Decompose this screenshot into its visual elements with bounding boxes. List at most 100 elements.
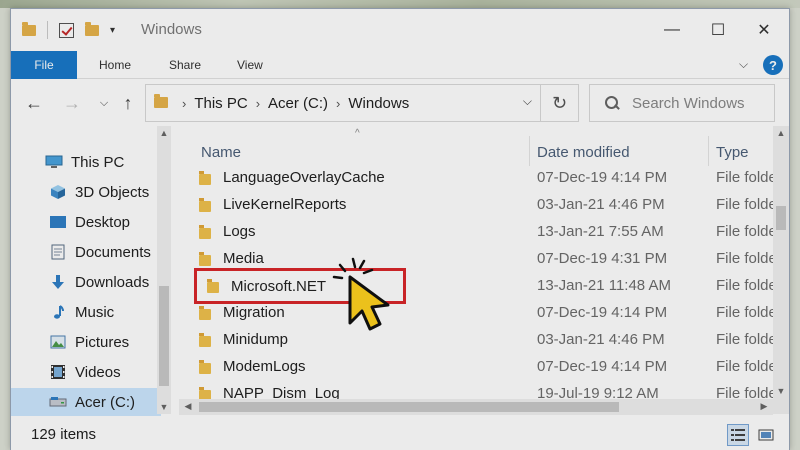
sidebar-item-label: Videos bbox=[75, 363, 121, 381]
file-name: LiveKernelReports bbox=[223, 196, 347, 213]
refresh-icon[interactable]: ↻ bbox=[541, 84, 579, 122]
folder-icon bbox=[199, 305, 213, 320]
folder-icon bbox=[199, 170, 213, 185]
maximize-button[interactable]: ☐ bbox=[695, 9, 741, 51]
folder-icon bbox=[199, 197, 213, 212]
date-modified: 03-Jan-21 4:46 PM bbox=[537, 196, 665, 213]
tab-share[interactable]: Share bbox=[169, 51, 201, 79]
sidebar-item-acer-c[interactable]: Acer (C:) bbox=[11, 388, 161, 416]
status-bar: 129 items bbox=[11, 418, 789, 450]
explorer-folder-icon bbox=[19, 20, 39, 40]
sidebar-item-downloads[interactable]: Downloads bbox=[11, 268, 161, 296]
search-input[interactable]: Search Windows bbox=[589, 84, 775, 122]
table-row[interactable]: ModemLogs 07-Dec-19 4:14 PM File folder bbox=[193, 353, 782, 380]
videos-icon bbox=[49, 364, 67, 380]
sidebar-item-label: 3D Objects bbox=[75, 183, 150, 201]
column-header-date-modified[interactable]: Date modified bbox=[537, 139, 630, 165]
navigation-bar: ← → ⌵ ↑ › This PC › Acer (C:) › Windows … bbox=[11, 80, 789, 126]
breadcrumb-acer-c[interactable]: Acer (C:) bbox=[268, 95, 328, 112]
close-button[interactable]: ✕ bbox=[741, 9, 787, 51]
table-row[interactable]: LanguageOverlayCache 07-Dec-19 4:14 PM F… bbox=[193, 164, 782, 191]
sidebar-item-documents[interactable]: Documents bbox=[11, 238, 161, 266]
date-modified: 07-Dec-19 4:14 PM bbox=[537, 358, 668, 375]
scrollbar-thumb[interactable] bbox=[159, 286, 169, 386]
file-type: File folder bbox=[716, 358, 782, 375]
breadcrumb-windows[interactable]: Windows bbox=[348, 95, 409, 112]
file-name: Media bbox=[223, 250, 264, 267]
desktop-icon bbox=[49, 214, 67, 230]
navigation-pane-scrollbar[interactable]: ▲ ▼ bbox=[157, 126, 171, 414]
table-row[interactable]: LiveKernelReports 03-Jan-21 4:46 PM File… bbox=[193, 191, 782, 218]
details-view-icon[interactable] bbox=[727, 424, 749, 446]
folder-icon bbox=[199, 332, 213, 347]
sidebar-item-this-pc[interactable]: This PC bbox=[11, 148, 161, 176]
minimize-button[interactable]: — bbox=[649, 9, 695, 51]
recent-locations-chevron-icon[interactable]: ⌵ bbox=[91, 90, 117, 116]
folder-icon bbox=[199, 224, 213, 239]
breadcrumb-separator-icon[interactable]: › bbox=[256, 96, 260, 111]
sidebar-item-videos[interactable]: Videos bbox=[11, 358, 161, 386]
address-dropdown-icon[interactable]: ⌵ bbox=[523, 94, 532, 109]
large-icons-view-icon[interactable] bbox=[755, 424, 777, 446]
column-header-type[interactable]: Type bbox=[716, 139, 749, 165]
column-divider[interactable] bbox=[529, 136, 530, 166]
back-arrow-icon[interactable]: ← bbox=[21, 90, 47, 116]
computer-icon bbox=[45, 154, 63, 170]
window-title: Windows bbox=[141, 21, 202, 38]
breadcrumb-separator-icon[interactable]: › bbox=[336, 96, 340, 111]
scroll-left-icon[interactable]: ◀ bbox=[181, 401, 195, 412]
file-type: File folder bbox=[716, 331, 782, 348]
date-modified: 07-Dec-19 4:14 PM bbox=[537, 304, 668, 321]
file-explorer-window: ▾ Windows — ☐ ✕ File Home Share View ⌵ ?… bbox=[10, 8, 790, 450]
file-name: LanguageOverlayCache bbox=[223, 169, 385, 186]
breadcrumb-this-pc[interactable]: This PC bbox=[194, 95, 247, 112]
file-name: ModemLogs bbox=[223, 358, 306, 375]
file-type: File folder bbox=[716, 223, 782, 240]
file-type: File folder bbox=[716, 169, 782, 186]
file-list-horizontal-scrollbar[interactable]: ◀ ▶ bbox=[179, 399, 773, 415]
scroll-up-icon[interactable]: ▲ bbox=[157, 128, 171, 138]
sidebar-item-3d-objects[interactable]: 3D Objects bbox=[11, 178, 161, 206]
date-modified: 07-Dec-19 4:14 PM bbox=[537, 169, 668, 186]
sidebar-item-pictures[interactable]: Pictures bbox=[11, 328, 161, 356]
customize-toolbar-dropdown-icon[interactable]: ▾ bbox=[110, 25, 115, 36]
breadcrumb-separator-icon[interactable]: › bbox=[182, 96, 186, 111]
forward-arrow-icon[interactable]: → bbox=[59, 90, 85, 116]
scrollbar-thumb[interactable] bbox=[199, 402, 619, 412]
tab-view[interactable]: View bbox=[237, 51, 263, 79]
tab-file[interactable]: File bbox=[11, 51, 77, 79]
search-icon bbox=[604, 95, 620, 111]
file-list-vertical-scrollbar[interactable]: ▲ ▼ bbox=[773, 126, 789, 414]
column-header-name[interactable]: Name bbox=[201, 139, 241, 165]
tab-home[interactable]: Home bbox=[99, 51, 131, 79]
sidebar-item-music[interactable]: Music bbox=[11, 298, 161, 326]
help-button[interactable]: ? bbox=[763, 55, 783, 75]
search-placeholder: Search Windows bbox=[632, 94, 745, 112]
pictures-icon bbox=[49, 334, 67, 350]
sidebar-item-desktop[interactable]: Desktop bbox=[11, 208, 161, 236]
sidebar-item-label: Documents bbox=[75, 243, 151, 261]
address-bar[interactable]: › This PC › Acer (C:) › Windows ⌵ bbox=[145, 84, 541, 122]
table-row[interactable]: Minidump 03-Jan-21 4:46 PM File folder bbox=[193, 326, 782, 353]
expand-ribbon-chevron-icon[interactable]: ⌵ bbox=[739, 57, 748, 72]
scrollbar-thumb[interactable] bbox=[776, 206, 786, 230]
scroll-down-icon[interactable]: ▼ bbox=[157, 402, 171, 412]
column-divider[interactable] bbox=[708, 136, 709, 166]
scroll-down-icon[interactable]: ▼ bbox=[773, 386, 789, 396]
item-count: 129 items bbox=[31, 426, 97, 443]
new-folder-icon[interactable] bbox=[82, 20, 102, 40]
up-arrow-icon[interactable]: ↑ bbox=[115, 90, 141, 116]
scroll-up-icon[interactable]: ▲ bbox=[773, 128, 789, 138]
folder-icon bbox=[199, 359, 213, 374]
sidebar-item-label: Acer (C:) bbox=[75, 393, 135, 411]
sidebar-item-label: Desktop bbox=[75, 213, 131, 231]
file-name: Microsoft.NET bbox=[231, 277, 327, 295]
3d-objects-icon bbox=[49, 184, 67, 200]
properties-icon[interactable] bbox=[56, 20, 76, 40]
scroll-right-icon[interactable]: ▶ bbox=[757, 401, 771, 412]
quick-access-toolbar: ▾ bbox=[19, 20, 115, 40]
music-icon bbox=[49, 304, 67, 320]
title-bar: ▾ Windows — ☐ ✕ bbox=[11, 9, 789, 51]
ribbon-tabs: File Home Share View ⌵ ? bbox=[11, 51, 789, 79]
table-row[interactable]: Logs 13-Jan-21 7:55 AM File folder bbox=[193, 218, 782, 245]
